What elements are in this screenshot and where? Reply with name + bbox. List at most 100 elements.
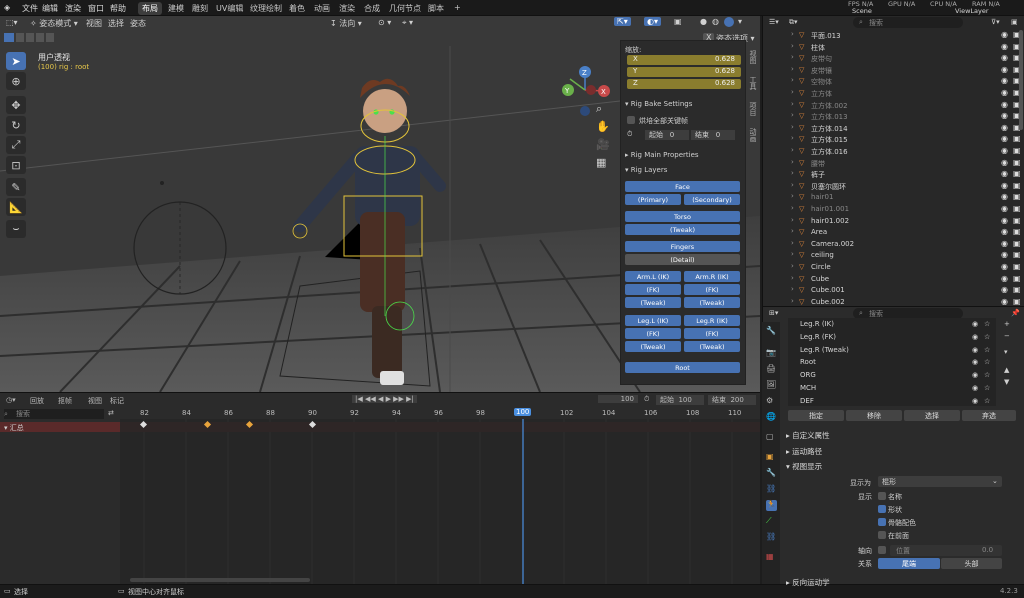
outliner-row[interactable]: › ▽ 贝塞尔圆环 ◉ ▣	[763, 181, 1024, 193]
eye-icon[interactable]: ◉	[1001, 30, 1008, 39]
move-down-icon[interactable]: ▼	[1004, 378, 1009, 386]
view-layer-selector[interactable]: ViewLayer	[955, 7, 989, 15]
eye-icon[interactable]: ◉	[1001, 100, 1008, 109]
pan-hand-icon[interactable]: ✋	[596, 120, 610, 133]
tab-modeling[interactable]: 建模	[164, 2, 188, 15]
snap-icon[interactable]: ⌖ ▾	[402, 18, 413, 28]
expand-icon[interactable]: ›	[791, 158, 794, 166]
pin-icon[interactable]: 📌	[1011, 309, 1020, 317]
render-camera-icon[interactable]: ▣	[1013, 250, 1021, 259]
view-layer-props-icon[interactable]: 🖼	[766, 380, 777, 391]
add-collection-icon[interactable]: +	[1004, 320, 1010, 328]
render-camera-icon[interactable]: ▣	[1013, 262, 1021, 271]
expand-icon[interactable]: ›	[791, 274, 794, 282]
eye-icon[interactable]: ◉	[1001, 134, 1008, 143]
constraint-props-icon[interactable]: ⛓	[766, 484, 777, 495]
layer-arm-r-fk-button[interactable]: (FK)	[684, 284, 740, 295]
bone-collection-item[interactable]: Leg.R (Tweak) ◉ ☆	[800, 346, 1000, 354]
outliner[interactable]: ☰▾ ⧉▾ ⌕ 搜索 ⊽▾ ▣ › ▽ 平面.013 ◉ ▣ › ▽ 柱体 ◉ ▣ › ▽ 皮带句 ◉ ▣ ›…	[762, 16, 1024, 306]
overlay-toggle-icon[interactable]: ◐▾	[644, 17, 661, 26]
layer-leg-r-tweak-button[interactable]: (Tweak)	[684, 341, 740, 352]
layer-leg-l-tweak-button[interactable]: (Tweak)	[625, 341, 681, 352]
zoom-icon[interactable]: ⌕	[596, 102, 602, 116]
tab-animation[interactable]: 动画	[310, 2, 334, 15]
motion-paths-header[interactable]: ▸ 运动路径	[786, 446, 822, 457]
tab-texture-paint[interactable]: 纹理绘制	[246, 2, 286, 15]
layer-arm-l-ik-button[interactable]: Arm.L (IK)	[625, 271, 681, 282]
properties-editor-icon[interactable]: ⊞▾	[769, 309, 778, 317]
layer-fingers-detail-button[interactable]: (Detail)	[625, 254, 740, 265]
expand-icon[interactable]: ›	[791, 239, 794, 247]
eye-icon[interactable]: ◉	[1001, 146, 1008, 155]
render-camera-icon[interactable]: ▣	[1013, 285, 1021, 294]
bone-collection-item[interactable]: Leg.R (FK) ◉ ☆	[800, 333, 1000, 341]
layer-torso-tweak-button[interactable]: (Tweak)	[625, 224, 740, 235]
annotate-tool-icon[interactable]: ✎	[6, 178, 26, 196]
layer-leg-l-fk-button[interactable]: (FK)	[625, 328, 681, 339]
expand-icon[interactable]: ›	[791, 65, 794, 73]
eye-icon[interactable]: ◉	[1001, 227, 1008, 236]
camera-view-icon[interactable]: 🎥	[596, 138, 610, 151]
select-tool-icon[interactable]: ➤	[6, 52, 26, 70]
outliner-row[interactable]: › ▽ Camera.002 ◉ ▣	[763, 239, 1024, 251]
sidebar-tab-item[interactable]: 项目	[748, 102, 758, 116]
layer-arm-l-fk-button[interactable]: (FK)	[625, 284, 681, 295]
channel-search-input[interactable]: 搜索	[4, 409, 104, 419]
current-frame-field[interactable]: 100	[598, 395, 638, 403]
scale-y-field[interactable]: Y 0.628	[627, 67, 741, 77]
outliner-row[interactable]: › ▽ hair01 ◉ ▣	[763, 192, 1024, 204]
outliner-row[interactable]: › ▽ 立方体.015 ◉ ▣	[763, 134, 1024, 146]
outliner-row[interactable]: › ▽ Area ◉ ▣	[763, 227, 1024, 239]
tab-uv-editing[interactable]: UV编辑	[212, 2, 247, 15]
tab-shading[interactable]: 着色	[285, 2, 309, 15]
timeline-area[interactable]: 搜索 ⌕ ⇄ ▾ 汇总 82 84 86 88 90 92 94 96 98 1…	[0, 407, 760, 584]
bone-props-icon[interactable]: ⟋	[766, 516, 777, 527]
cursor-tool-icon[interactable]: ⊕	[6, 72, 26, 90]
layer-arm-r-tweak-button[interactable]: (Tweak)	[684, 297, 740, 308]
editor-type-icon[interactable]: ⬚▾	[6, 18, 18, 27]
layer-arm-r-ik-button[interactable]: Arm.R (IK)	[684, 271, 740, 282]
bone-collection-item[interactable]: MCH ◉ ☆	[800, 384, 1000, 392]
measure-tool-icon[interactable]: 📐	[6, 198, 26, 216]
outliner-row[interactable]: › ▽ 立方体.016 ◉ ▣	[763, 146, 1024, 158]
bone-colors-checkbox[interactable]	[878, 518, 886, 526]
summary-row[interactable]: ▾ 汇总	[0, 422, 120, 432]
select-mode-subtract-icon[interactable]	[26, 33, 34, 42]
ortho-toggle-icon[interactable]: ▦	[596, 156, 606, 169]
shading-options-icon[interactable]: ▾	[738, 17, 742, 26]
relation-head-button[interactable]: 头部	[941, 558, 1002, 569]
layer-fingers-button[interactable]: Fingers	[625, 241, 740, 252]
deselect-button[interactable]: 弃选	[962, 410, 1016, 421]
menu-view[interactable]: 视图	[86, 18, 102, 29]
sidebar-tab-tool[interactable]: 工具	[748, 76, 758, 90]
render-camera-icon[interactable]: ▣	[1013, 134, 1021, 143]
expand-icon[interactable]: ›	[791, 123, 794, 131]
menu-render[interactable]: 渲染	[65, 3, 81, 14]
outliner-row[interactable]: › ▽ Cube.001 ◉ ▣	[763, 285, 1024, 297]
menu-edit[interactable]: 编辑	[42, 3, 58, 14]
render-camera-icon[interactable]: ▣	[1013, 158, 1021, 167]
playback-controls[interactable]: |◀ ◀◀ ◀ ▶ ▶▶ ▶|	[352, 395, 417, 403]
expand-icon[interactable]: ›	[791, 146, 794, 154]
viewport-display-header[interactable]: ▾ 视图显示	[786, 461, 822, 472]
outliner-scrollbar[interactable]	[1019, 30, 1023, 130]
star-icon[interactable]: ☆	[984, 358, 990, 366]
bone-collection-item[interactable]: DEF ◉ ☆	[800, 397, 1000, 405]
eye-icon[interactable]: ◉	[972, 384, 978, 392]
eye-icon[interactable]: ◉	[1001, 65, 1008, 74]
rig-main-properties-header[interactable]: ▸ Rig Main Properties	[625, 151, 699, 159]
eye-icon[interactable]: ◉	[1001, 285, 1008, 294]
eye-icon[interactable]: ◉	[1001, 262, 1008, 271]
bake-start-field[interactable]: 起始 0	[645, 130, 689, 140]
eye-icon[interactable]: ◉	[1001, 158, 1008, 167]
outliner-row[interactable]: › ▽ 立方体.014 ◉ ▣	[763, 123, 1024, 135]
expand-icon[interactable]: ›	[791, 30, 794, 38]
bone-collection-item[interactable]: Leg.R (IK) ◉ ☆	[800, 320, 1000, 328]
star-icon[interactable]: ☆	[984, 346, 990, 354]
render-camera-icon[interactable]: ▣	[1013, 297, 1021, 306]
outliner-display-mode-icon[interactable]: ⧉▾	[789, 18, 798, 27]
remove-button[interactable]: 移除	[846, 410, 902, 421]
menu-playback[interactable]: 回放	[30, 396, 44, 406]
remove-collection-icon[interactable]: −	[1004, 332, 1010, 340]
eye-icon[interactable]: ◉	[1001, 42, 1008, 51]
